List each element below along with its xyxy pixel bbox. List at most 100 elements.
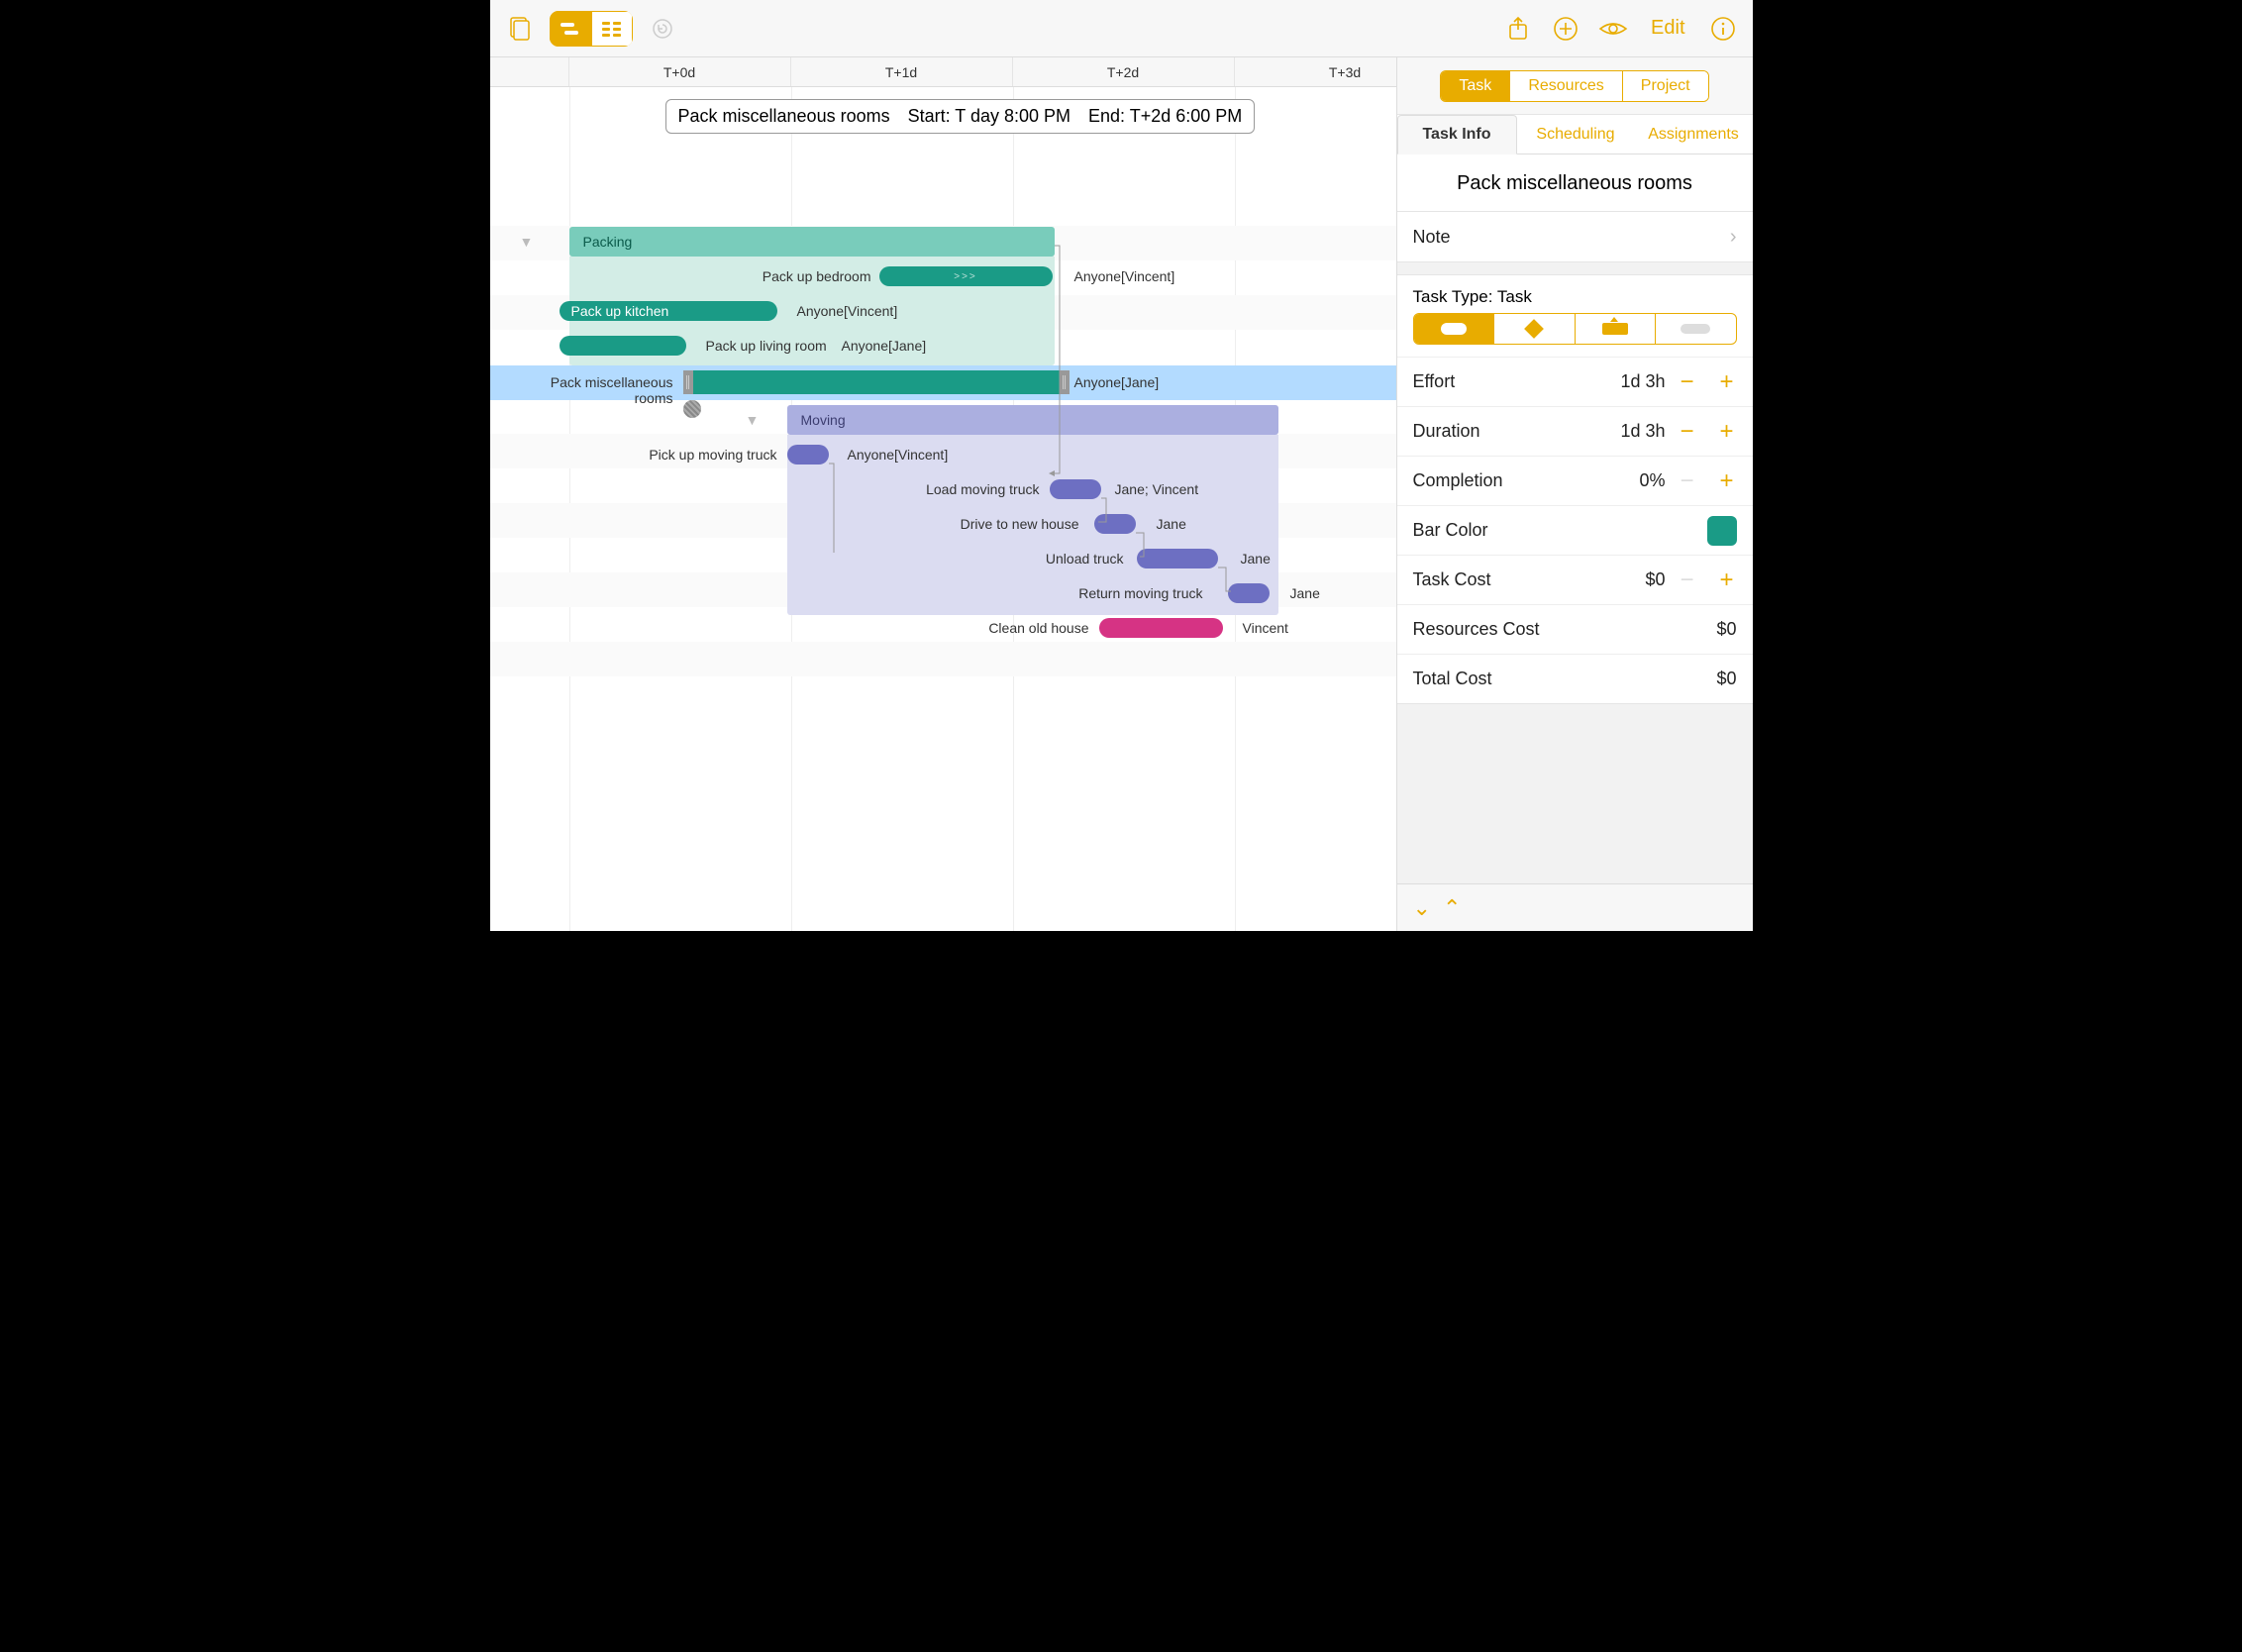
tooltip-start: Start: T day 8:00 PM bbox=[908, 106, 1070, 127]
inspector-mode-segmented[interactable]: Task Resources Project bbox=[1440, 70, 1708, 102]
share-icon[interactable] bbox=[1500, 11, 1536, 47]
bar-color-swatch[interactable] bbox=[1707, 516, 1737, 546]
task-type-milestone[interactable] bbox=[1493, 314, 1575, 344]
view-segmented-control[interactable] bbox=[550, 11, 633, 47]
group-moving-label: Moving bbox=[801, 412, 846, 428]
group-packing-label: Packing bbox=[583, 234, 633, 250]
group-moving-header[interactable]: Moving bbox=[787, 405, 1278, 435]
view-icon[interactable] bbox=[1595, 11, 1631, 47]
effort-plus[interactable]: + bbox=[1717, 368, 1737, 396]
task-bar-livingroom[interactable] bbox=[560, 336, 686, 356]
task-label: Return moving truck bbox=[1045, 585, 1203, 601]
note-row[interactable]: Note › bbox=[1397, 212, 1753, 261]
task-bar-return[interactable] bbox=[1228, 583, 1270, 603]
duration-row: Duration 1d 3h − + bbox=[1397, 406, 1753, 456]
task-label: Unload truck bbox=[985, 551, 1124, 567]
inspector-task-title: Pack miscellaneous rooms bbox=[1397, 155, 1753, 211]
total-cost-value: $0 bbox=[1716, 669, 1736, 689]
duration-label: Duration bbox=[1413, 421, 1621, 442]
completion-minus: − bbox=[1678, 467, 1697, 495]
inspector-subtabs[interactable]: Task Info Scheduling Assignments bbox=[1397, 115, 1753, 155]
task-bar-unload[interactable] bbox=[1137, 549, 1218, 568]
task-cost-plus[interactable]: + bbox=[1717, 567, 1737, 594]
gantt-chart[interactable]: T+0d T+1d T+2d T+3d Pack miscella bbox=[490, 57, 1396, 931]
edit-button[interactable]: Edit bbox=[1643, 17, 1692, 40]
task-label: Load moving truck bbox=[881, 481, 1040, 497]
undo-icon[interactable] bbox=[645, 11, 680, 47]
task-cost-value[interactable]: $0 bbox=[1645, 569, 1665, 590]
tooltip-end: End: T+2d 6:00 PM bbox=[1088, 106, 1242, 127]
task-resource: Anyone[Vincent] bbox=[848, 447, 949, 463]
resources-cost-value: $0 bbox=[1716, 619, 1736, 640]
group-packing-header[interactable]: Packing bbox=[569, 227, 1055, 257]
day-col-1: T+1d bbox=[791, 57, 1013, 86]
subtab-task-info[interactable]: Task Info bbox=[1397, 115, 1517, 155]
constraint-pin-icon[interactable] bbox=[683, 400, 701, 418]
task-bar-bedroom[interactable]: >>> bbox=[879, 266, 1053, 286]
bar-color-label: Bar Color bbox=[1413, 520, 1707, 541]
inspector-panel: Task Resources Project Task Info Schedul… bbox=[1396, 57, 1753, 931]
task-row-selected[interactable]: Pack miscellaneous rooms Anyone[Jane] bbox=[490, 365, 1396, 400]
duration-plus[interactable]: + bbox=[1717, 418, 1737, 446]
effort-row: Effort 1d 3h − + bbox=[1397, 357, 1753, 406]
completion-plus[interactable]: + bbox=[1717, 467, 1737, 495]
completion-label: Completion bbox=[1413, 470, 1640, 491]
disclosure-triangle-icon[interactable]: ▼ bbox=[746, 412, 760, 428]
tooltip-title: Pack miscellaneous rooms bbox=[678, 106, 890, 127]
task-type-segmented[interactable] bbox=[1413, 313, 1737, 345]
info-icon[interactable] bbox=[1705, 11, 1741, 47]
task-cost-minus: − bbox=[1678, 567, 1697, 594]
task-bar-misc[interactable] bbox=[683, 370, 1070, 394]
effort-value[interactable]: 1d 3h bbox=[1620, 371, 1665, 392]
task-resource: Anyone[Vincent] bbox=[1074, 268, 1175, 284]
inspector-mode-project[interactable]: Project bbox=[1622, 71, 1708, 101]
task-resource: Anyone[Jane] bbox=[842, 338, 927, 354]
task-resource: Jane bbox=[1241, 551, 1271, 567]
task-label: Pack up living room bbox=[706, 338, 827, 354]
task-label: Pack up bedroom bbox=[713, 268, 871, 284]
subtab-assignments[interactable]: Assignments bbox=[1635, 115, 1753, 154]
task-bar-load[interactable] bbox=[1050, 479, 1101, 499]
duration-minus[interactable]: − bbox=[1678, 418, 1697, 446]
note-label: Note bbox=[1413, 227, 1730, 248]
total-cost-label: Total Cost bbox=[1413, 669, 1717, 689]
task-resource: Anyone[Vincent] bbox=[797, 303, 898, 319]
task-cost-row: Task Cost $0 − + bbox=[1397, 555, 1753, 604]
inspector-footer: ⌄ ⌃ bbox=[1397, 883, 1753, 931]
bar-color-row[interactable]: Bar Color bbox=[1397, 505, 1753, 555]
effort-label: Effort bbox=[1413, 371, 1621, 392]
completion-row: Completion 0% − + bbox=[1397, 456, 1753, 505]
disclosure-triangle-icon[interactable]: ▼ bbox=[520, 234, 534, 250]
duration-value[interactable]: 1d 3h bbox=[1620, 421, 1665, 442]
task-resource: Anyone[Jane] bbox=[1074, 374, 1160, 390]
main-toolbar: Edit bbox=[490, 0, 1753, 57]
completion-value[interactable]: 0% bbox=[1639, 470, 1665, 491]
timeline-header: T+0d T+1d T+2d T+3d bbox=[490, 57, 1396, 87]
total-cost-row: Total Cost $0 bbox=[1397, 654, 1753, 703]
inspector-mode-resources[interactable]: Resources bbox=[1509, 71, 1621, 101]
documents-icon[interactable] bbox=[502, 11, 538, 47]
nav-down-icon[interactable]: ⌄ bbox=[1413, 895, 1431, 921]
inspector-mode-task[interactable]: Task bbox=[1441, 71, 1509, 101]
view-outline[interactable] bbox=[591, 11, 633, 47]
effort-minus[interactable]: − bbox=[1678, 368, 1697, 396]
task-bar-pickup[interactable] bbox=[787, 445, 829, 465]
day-col-0: T+0d bbox=[569, 57, 791, 86]
subtab-scheduling[interactable]: Scheduling bbox=[1517, 115, 1635, 154]
task-resource: Jane bbox=[1157, 516, 1186, 532]
task-label: Clean old house bbox=[931, 620, 1089, 636]
add-icon[interactable] bbox=[1548, 11, 1583, 47]
task-type-hammock[interactable] bbox=[1575, 314, 1656, 344]
task-tooltip: Pack miscellaneous rooms Start: T day 8:… bbox=[665, 99, 1256, 134]
task-type-label: Task Type: Task bbox=[1397, 275, 1753, 313]
task-bar-drive[interactable] bbox=[1094, 514, 1136, 534]
resources-cost-row: Resources Cost $0 bbox=[1397, 604, 1753, 654]
task-resource: Jane; Vincent bbox=[1115, 481, 1199, 497]
task-resource: Vincent bbox=[1243, 620, 1288, 636]
nav-up-icon[interactable]: ⌃ bbox=[1443, 895, 1461, 921]
task-label: Pack up kitchen bbox=[571, 303, 669, 319]
task-type-task[interactable] bbox=[1414, 314, 1494, 344]
task-bar-clean[interactable] bbox=[1099, 618, 1223, 638]
view-gantt[interactable] bbox=[550, 11, 591, 47]
task-type-group[interactable] bbox=[1655, 314, 1736, 344]
